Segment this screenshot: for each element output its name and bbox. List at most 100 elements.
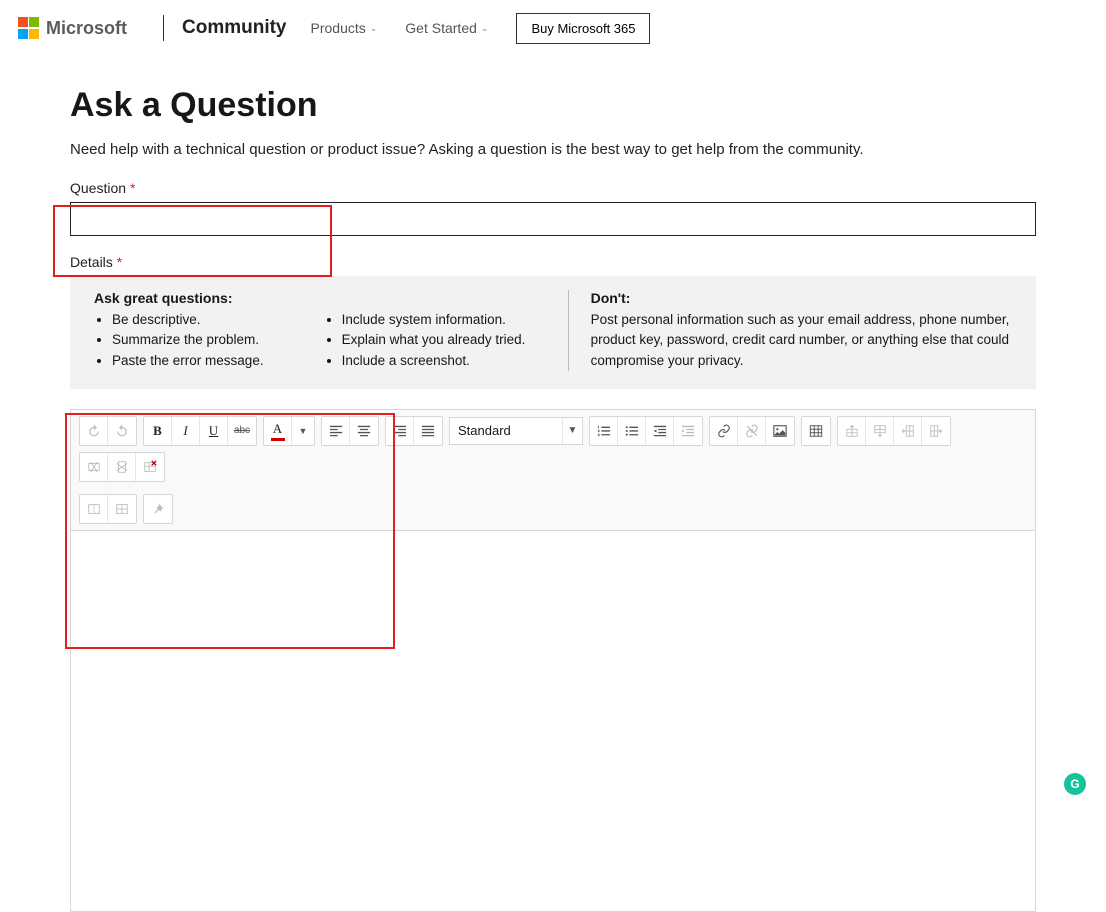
italic-button[interactable]: I bbox=[172, 417, 200, 445]
tips-do-item: Be descriptive. bbox=[112, 310, 264, 330]
toolbar-group-table bbox=[801, 416, 831, 446]
toolbar-group-color: A ▼ bbox=[263, 416, 315, 446]
grammarly-badge[interactable]: G bbox=[1064, 773, 1086, 795]
table-delete-col-icon bbox=[115, 460, 129, 474]
undo-button[interactable] bbox=[80, 417, 108, 445]
align-justify-icon bbox=[421, 424, 435, 438]
question-input[interactable] bbox=[70, 202, 1036, 236]
table-delete-row-icon bbox=[87, 460, 101, 474]
toolbar-group-insert bbox=[709, 416, 795, 446]
bold-button[interactable]: B bbox=[144, 417, 172, 445]
image-button[interactable] bbox=[766, 417, 794, 445]
table-delete-col-button[interactable] bbox=[108, 453, 136, 481]
underline-icon: U bbox=[209, 423, 218, 439]
table-delete-button[interactable] bbox=[136, 453, 164, 481]
tips-dont-column: Don't: Post personal information such as… bbox=[568, 290, 1012, 371]
align-right-button[interactable] bbox=[386, 417, 414, 445]
nav-get-started-label: Get Started bbox=[405, 20, 477, 36]
table-icon bbox=[809, 424, 823, 438]
chevron-down-icon: ⌄ bbox=[481, 23, 489, 34]
table-delete-row-button[interactable] bbox=[80, 453, 108, 481]
tips-do-lists: Be descriptive. Summarize the problem. P… bbox=[94, 310, 538, 371]
link-button[interactable] bbox=[710, 417, 738, 445]
tips-dont-title: Don't: bbox=[591, 290, 1012, 306]
align-justify-button[interactable] bbox=[414, 417, 442, 445]
table-row-before-button[interactable] bbox=[838, 417, 866, 445]
nav-products[interactable]: Products ⌄ bbox=[311, 20, 378, 36]
site-header: Microsoft Community Products ⌄ Get Start… bbox=[0, 0, 1106, 56]
tips-do-title: Ask great questions: bbox=[94, 290, 538, 306]
redo-button[interactable] bbox=[108, 417, 136, 445]
tips-dont-text: Post personal information such as your e… bbox=[591, 310, 1012, 371]
bold-icon: B bbox=[153, 423, 162, 439]
table-delete-icon bbox=[143, 460, 157, 474]
align-center-button[interactable] bbox=[350, 417, 378, 445]
insert-table-button[interactable] bbox=[802, 417, 830, 445]
header-divider bbox=[163, 15, 164, 41]
toolbar-group-align2 bbox=[385, 416, 443, 446]
text-color-button[interactable]: A bbox=[264, 417, 292, 445]
split-cell-button[interactable] bbox=[108, 495, 136, 523]
toolbar-group-table-row bbox=[837, 416, 951, 446]
microsoft-brand[interactable]: Microsoft bbox=[46, 18, 127, 39]
main-content: Ask a Question Need help with a technica… bbox=[0, 56, 1106, 912]
paragraph-style-select[interactable]: Standard ▼ bbox=[449, 417, 583, 445]
merge-cells-button[interactable] bbox=[80, 495, 108, 523]
text-color-icon: A bbox=[273, 421, 282, 437]
unordered-list-button[interactable] bbox=[618, 417, 646, 445]
toolbar-group-merge bbox=[79, 494, 137, 524]
microsoft-logo-icon bbox=[18, 17, 40, 39]
required-indicator: * bbox=[117, 254, 122, 270]
strikethrough-icon: abc bbox=[234, 425, 250, 436]
align-left-button[interactable] bbox=[322, 417, 350, 445]
toolbar-group-pin bbox=[143, 494, 173, 524]
align-center-icon bbox=[357, 424, 371, 438]
pin-button[interactable] bbox=[144, 495, 172, 523]
toolbar-group-table-delete bbox=[79, 452, 165, 482]
undo-icon bbox=[87, 424, 101, 438]
toolbar-group-list bbox=[589, 416, 703, 446]
tips-do-column: Ask great questions: Be descriptive. Sum… bbox=[94, 290, 538, 371]
toolbar-group-align bbox=[321, 416, 379, 446]
underline-button[interactable]: U bbox=[200, 417, 228, 445]
indent-icon bbox=[681, 424, 695, 438]
rich-text-editor: B I U abc A ▼ Standard ▼ bbox=[70, 409, 1036, 912]
table-col-before-button[interactable] bbox=[894, 417, 922, 445]
unlink-icon bbox=[745, 424, 759, 438]
required-indicator: * bbox=[130, 180, 135, 196]
italic-icon: I bbox=[183, 423, 187, 439]
split-cell-icon bbox=[115, 502, 129, 516]
details-label: Details * bbox=[70, 254, 1036, 270]
tips-do-item: Explain what you already tried. bbox=[342, 330, 526, 350]
table-row-after-button[interactable] bbox=[866, 417, 894, 445]
unordered-list-icon bbox=[625, 424, 639, 438]
outdent-button[interactable] bbox=[646, 417, 674, 445]
buy-microsoft-365-button[interactable]: Buy Microsoft 365 bbox=[516, 13, 650, 44]
text-color-dropdown[interactable]: ▼ bbox=[292, 417, 314, 445]
tips-do-list-2: Include system information. Explain what… bbox=[324, 310, 526, 371]
question-label: Question * bbox=[70, 180, 1036, 196]
chevron-down-icon: ⌄ bbox=[370, 23, 378, 34]
link-icon bbox=[717, 424, 731, 438]
community-link[interactable]: Community bbox=[182, 17, 287, 39]
strikethrough-button[interactable]: abc bbox=[228, 417, 256, 445]
unlink-button[interactable] bbox=[738, 417, 766, 445]
toolbar-group-text: B I U abc bbox=[143, 416, 257, 446]
toolbar-group-history bbox=[79, 416, 137, 446]
redo-icon bbox=[115, 424, 129, 438]
editor-toolbar: B I U abc A ▼ Standard ▼ bbox=[71, 410, 1035, 531]
indent-button[interactable] bbox=[674, 417, 702, 445]
tips-do-item: Summarize the problem. bbox=[112, 330, 264, 350]
page-intro: Need help with a technical question or p… bbox=[70, 141, 1036, 158]
table-col-after-button[interactable] bbox=[922, 417, 950, 445]
dropdown-arrow-icon: ▼ bbox=[299, 426, 308, 436]
editor-body[interactable] bbox=[71, 531, 1035, 911]
align-left-icon bbox=[329, 424, 343, 438]
table-col-icon bbox=[929, 424, 943, 438]
tips-do-item: Include a screenshot. bbox=[342, 351, 526, 371]
merge-cells-icon bbox=[87, 502, 101, 516]
nav-get-started[interactable]: Get Started ⌄ bbox=[405, 20, 488, 36]
ordered-list-button[interactable] bbox=[590, 417, 618, 445]
tips-do-list-1: Be descriptive. Summarize the problem. P… bbox=[94, 310, 264, 371]
pin-icon bbox=[151, 502, 165, 516]
